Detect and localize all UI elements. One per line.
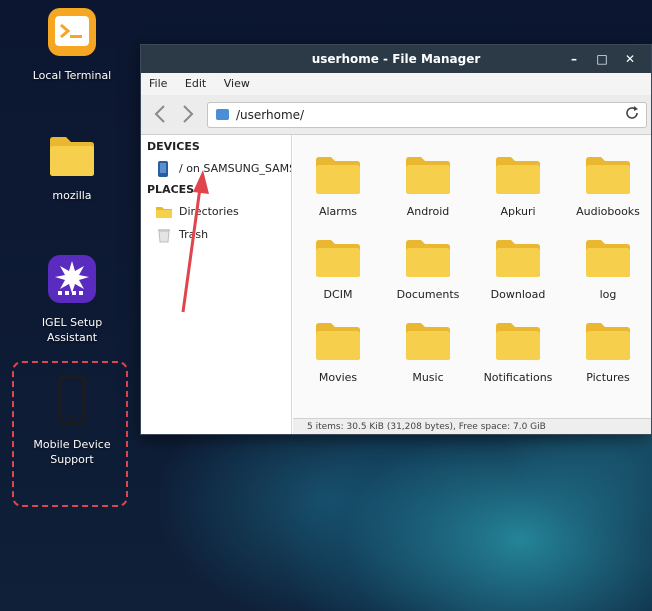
folder-item[interactable]: log [563,238,651,301]
folder-icon [156,207,172,218]
file-manager-window: userhome - File Manager – □ ✕ File Edit … [140,44,652,435]
desktop-icon-mozilla[interactable]: mozilla [17,134,127,203]
folder-label: Apkuri [500,205,536,218]
folder-label: DCIM [323,288,353,301]
folder-item[interactable]: Android [383,155,473,218]
chevron-right-icon [183,105,194,123]
folder-item[interactable]: Music [383,321,473,384]
folder-item[interactable]: Pictures [563,321,651,384]
location-bar[interactable]: /userhome/ [207,102,647,128]
window-title: userhome - File Manager [311,52,481,66]
devices-heading: DEVICES [147,140,200,153]
folder-icon [316,240,360,277]
home-folder-icon [216,109,229,120]
setup-assistant-icon [48,255,96,303]
status-bar: 5 items: 30.5 KiB (31,208 bytes), Free s… [293,418,651,434]
sidebar-item-label: / on SAMSUNG_SAMSUNG [179,162,291,175]
sidebar-item-device[interactable]: / on SAMSUNG_SAMSUNG [141,157,291,180]
places-heading: PLACES [147,183,195,196]
sidebar-item-label: Trash [179,228,209,241]
maximize-button[interactable]: □ [589,45,615,73]
folder-icon [406,157,450,194]
folder-label: Audiobooks [576,205,640,218]
folder-item[interactable]: Alarms [293,155,383,218]
folder-label: log [599,288,617,301]
folder-item[interactable]: Movies [293,321,383,384]
sidebar-item-label: Directories [179,205,239,218]
folder-label: Alarms [318,205,358,218]
reload-button[interactable] [624,105,640,126]
close-button[interactable]: ✕ [617,45,643,73]
location-text: /userhome/ [236,108,305,122]
menu-edit[interactable]: Edit [185,77,206,90]
folder-item[interactable]: DCIM [293,238,383,301]
desktop-icon-label: Local Terminal [32,69,112,82]
desktop-icon-igel-setup-assistant[interactable]: IGEL Setup Assistant [17,253,127,345]
folder-icon [316,323,360,360]
folder-icon [496,157,540,194]
toolbar: /userhome/ [141,95,651,135]
folder-icon [50,137,94,176]
mobile-device-icon [58,375,86,425]
folder-view: Alarms Android Apkuri Audiobooks DCIM Do… [293,135,651,418]
minimize-button[interactable]: – [561,45,587,73]
phone-drive-icon [158,161,168,177]
folder-item[interactable]: Audiobooks [563,155,651,218]
folder-item[interactable]: Download [473,238,563,301]
folder-icon [586,240,630,277]
folder-item[interactable]: Documents [383,238,473,301]
menu-file[interactable]: File [149,77,167,90]
folder-icon [586,157,630,194]
folder-item[interactable]: Apkuri [473,155,563,218]
folder-icon [316,157,360,194]
forward-button[interactable] [177,103,199,127]
sidebar-item-directories[interactable]: Directories [141,200,291,223]
folder-label: Movies [318,371,358,384]
side-pane: DEVICES / on SAMSUNG_SAMSUNG PLACES Dire… [141,135,292,434]
folder-label: Music [412,371,444,384]
back-button[interactable] [149,103,171,127]
folder-label: Pictures [586,371,630,384]
folder-icon [406,323,450,360]
folder-label: Notifications [483,371,553,384]
desktop-icon-local-terminal[interactable]: Local Terminal [17,6,127,83]
trash-icon [158,229,170,243]
desktop-icon-mobile-device-support[interactable]: Mobile Device Support [17,375,127,467]
folder-label: Android [406,205,450,218]
folder-icon [496,240,540,277]
folder-item[interactable]: Notifications [473,321,563,384]
chevron-left-icon [154,105,165,123]
title-bar[interactable]: userhome - File Manager – □ ✕ [141,45,651,73]
menu-view[interactable]: View [224,77,250,90]
folder-label: Documents [396,288,460,301]
desktop-icon-label: mozilla [52,189,92,202]
folder-label: Download [490,288,546,301]
terminal-icon [48,8,96,56]
folder-icon [496,323,540,360]
sidebar-item-trash[interactable]: Trash [141,223,291,246]
desktop-icon-label: Mobile Device Support [33,438,111,466]
folder-icon [406,240,450,277]
desktop-icon-label: IGEL Setup Assistant [41,316,103,344]
folder-icon [586,323,630,360]
reload-icon [626,106,638,119]
menu-bar: File Edit View [141,73,651,95]
